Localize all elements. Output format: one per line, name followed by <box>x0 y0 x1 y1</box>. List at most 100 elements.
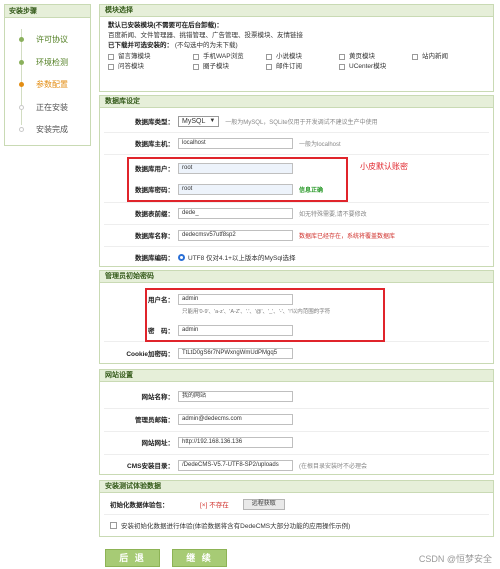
module-guestbook-checkbox[interactable]: 留言簿模块 <box>108 52 193 62</box>
site-url-label: 网站网址： <box>141 440 175 447</box>
admin-section: 管理员初始密码 用户名： admin 只能用'0-9'、'a-z'、'A-Z'、… <box>99 270 494 364</box>
step-todo-dot-icon <box>19 126 24 132</box>
site-url-input[interactable]: http://192.168.136.136 <box>178 436 293 448</box>
step-license: 许可协议 <box>17 33 68 45</box>
cookie-label: Cookie加密码： <box>126 351 174 358</box>
install-dir-input[interactable]: /DedeCMS-V5.7-UTF8-SP2/uploads <box>178 459 293 471</box>
cookie-row: Cookie加密码： TtLtD0gS6r7NPWxngWmUdPMgq5 <box>100 343 493 363</box>
install-steps-panel: 安装步骤 许可协议 环境检测 参数配置 正在安装 安装完成 <box>4 4 91 146</box>
db-prefix-tip: 如无特殊需要,请不要修改 <box>299 211 367 218</box>
admin-email-row: 管理员邮箱： admin@dedecms.com <box>100 409 493 429</box>
module-ask-checkbox[interactable]: 问答模块 <box>108 62 193 72</box>
database-title: 数据库设定 <box>100 96 493 108</box>
db-prefix-label: 数据表前缀： <box>135 211 174 218</box>
db-user-label: 数据库用户： <box>135 166 174 173</box>
db-name-row: 数据库名称： dedecmsv57utf8sp2 数据库已经存在，系统将覆盖数据… <box>100 225 493 245</box>
cookie-input[interactable]: TtLtD0gS6r7NPWxngWmUdPMgq5 <box>178 347 293 359</box>
module-site-news-checkbox[interactable]: 站内新闻 <box>412 52 485 62</box>
db-type-tip: 一般为MySQL，SQLite仅用于开发调试不建议生产中使用 <box>225 119 378 126</box>
checkbox-icon <box>193 64 199 70</box>
admin-user-input[interactable]: admin <box>178 293 293 305</box>
module-yellowpage-checkbox[interactable]: 黄页模块 <box>339 52 412 62</box>
db-password-input[interactable]: root <box>178 183 293 195</box>
db-host-row: 数据库主机： localhost 一般为localhost <box>100 133 493 153</box>
divider <box>104 341 489 342</box>
module-mail-checkbox[interactable]: 邮件订阅 <box>266 62 339 72</box>
checkbox-icon <box>412 54 418 60</box>
charset-utf8-radio[interactable] <box>178 253 185 261</box>
divider <box>104 154 489 155</box>
module-group-checkbox[interactable]: 圈子模块 <box>193 62 266 72</box>
database-section: 数据库设定 数据库类型： MySQL ▼ 一般为MySQL，SQLite仅用于开… <box>99 95 494 267</box>
demo-package-row: 初始化数据体验包： [×] 不存在 远程获取 <box>100 495 493 513</box>
db-type-row: 数据库类型： MySQL ▼ 一般为MySQL，SQLite仅用于开发调试不建议… <box>100 111 493 131</box>
site-url-row: 网站网址： http://192.168.136.136 <box>100 432 493 452</box>
step-installing: 正在安装 <box>17 101 68 113</box>
module-ucenter-checkbox[interactable]: UCenter模块 <box>339 62 412 72</box>
db-host-input[interactable]: localhost <box>178 137 293 149</box>
checkbox-icon <box>339 64 345 70</box>
back-button[interactable]: 后 退 <box>105 549 160 567</box>
site-title: 网站设置 <box>100 370 493 382</box>
demo-install-row: 安装初始化数据进行体验(体验数据将含有DedeCMS大部分功能的应用操作示例) <box>100 516 493 534</box>
installed-modules-title: 默认已安装模块(不需要可在后台卸载)： <box>108 22 223 29</box>
admin-user-row: 用户名： admin <box>100 289 493 309</box>
install-demo-checkbox[interactable] <box>110 521 117 529</box>
admin-email-input[interactable]: admin@dedecms.com <box>178 413 293 425</box>
divider <box>104 514 489 515</box>
checkbox-icon <box>108 64 114 70</box>
db-type-select[interactable]: MySQL ▼ <box>178 115 220 127</box>
steps-title: 安装步骤 <box>5 5 90 18</box>
checkbox-icon <box>266 54 272 60</box>
demo-package-label: 初始化数据体验包： <box>110 502 169 509</box>
db-name-input[interactable]: dedecmsv57utf8sp2 <box>178 229 293 241</box>
admin-email-label: 管理员邮箱： <box>135 417 174 424</box>
step-current-dot-icon <box>19 81 24 87</box>
optional-modules-grid: 留言簿模块 手机WAP浏览 小说模块 黄页模块 站内新闻 问答模块 圈子模块 邮… <box>108 52 485 72</box>
module-wap-checkbox[interactable]: 手机WAP浏览 <box>193 52 266 62</box>
db-charset-label: 数据库编码： <box>135 255 174 262</box>
db-user-input[interactable]: root <box>178 162 293 174</box>
db-host-tip: 一般为localhost <box>299 141 341 148</box>
demo-package-status: [×] 不存在 <box>200 502 229 509</box>
site-name-label: 网站名称： <box>141 394 175 401</box>
install-dir-label: CMS安装目录： <box>127 463 174 470</box>
admin-title: 管理员初始密码 <box>100 271 493 283</box>
db-charset-row: 数据库编码： UTF8 仅对4.1+以上版本的MySql选择 <box>100 247 493 267</box>
checkbox-icon <box>266 64 272 70</box>
optional-modules-title: 已下载并可选安装的： <box>108 42 173 49</box>
admin-password-row: 密 码： admin <box>100 320 493 340</box>
install-demo-label: 安装初始化数据进行体验(体验数据将含有DedeCMS大部分功能的应用操作示例) <box>121 523 351 530</box>
chevron-down-icon: ▼ <box>209 117 216 124</box>
admin-user-label: 用户名： <box>148 297 174 304</box>
installed-modules-list: 百度新闻、文件管理器、挑错管理、广告管理、投票模块、友情链接 <box>108 32 303 39</box>
db-name-warning: 数据库已经存在，系统将覆盖数据库 <box>299 233 396 240</box>
step-finished: 安装完成 <box>17 123 68 135</box>
db-password-label: 数据库密码： <box>135 187 174 194</box>
watermark-text: CSDN @恒梦安全 <box>418 554 492 564</box>
db-user-row: 数据库用户： root <box>100 158 493 178</box>
step-done-dot-icon <box>19 36 24 42</box>
db-host-label: 数据库主机： <box>135 141 174 148</box>
admin-password-input[interactable]: admin <box>178 324 293 336</box>
demo-data-section: 安装测试体验数据 初始化数据体验包： [×] 不存在 远程获取 安装初始化数据进… <box>99 480 494 537</box>
continue-button[interactable]: 继 续 <box>172 549 227 567</box>
db-prefix-input[interactable]: dede_ <box>178 207 293 219</box>
step-done-dot-icon <box>19 59 24 65</box>
checkbox-icon <box>193 54 199 60</box>
optional-modules-note: (不勾选中的为未下载) <box>174 42 238 49</box>
modules-title: 模块选择 <box>100 5 493 17</box>
db-password-row: 数据库密码： root 信息正确 <box>100 179 493 199</box>
module-novel-checkbox[interactable]: 小说模块 <box>266 52 339 62</box>
admin-password-label: 密 码： <box>148 328 174 335</box>
db-password-ok-tip: 信息正确 <box>299 187 324 194</box>
site-name-row: 网站名称： 我的网站 <box>100 386 493 406</box>
db-name-label: 数据库名称： <box>135 233 174 240</box>
step-todo-dot-icon <box>19 104 24 110</box>
checkbox-icon <box>108 54 114 60</box>
site-name-input[interactable]: 我的网站 <box>178 390 293 402</box>
demo-data-title: 安装测试体验数据 <box>100 481 493 493</box>
site-section: 网站设置 网站名称： 我的网站 管理员邮箱： admin@dedecms.com… <box>99 369 494 475</box>
remote-fetch-button[interactable]: 远程获取 <box>242 498 285 510</box>
step-config: 参数配置 <box>17 78 68 90</box>
